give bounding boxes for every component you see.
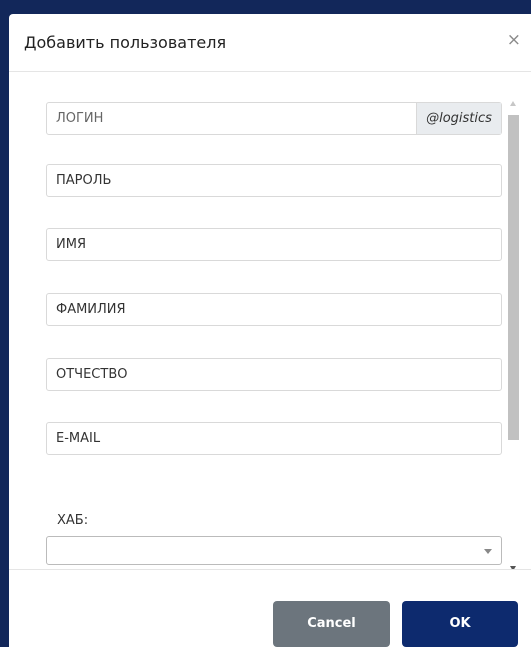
first-name-placeholder: ИМЯ bbox=[56, 237, 86, 252]
cancel-button[interactable]: Cancel bbox=[273, 601, 390, 647]
password-placeholder: ПАРОЛЬ bbox=[56, 173, 112, 188]
dialog-body: ЛОГИН @logistics ПАРОЛЬ ИМЯ ФАМИЛИЯ ОТЧЕ… bbox=[9, 72, 531, 569]
close-icon[interactable]: × bbox=[507, 32, 521, 49]
last-name-placeholder: ФАМИЛИЯ bbox=[56, 302, 126, 317]
first-name-field[interactable]: ИМЯ bbox=[46, 228, 502, 261]
login-placeholder: ЛОГИН bbox=[56, 111, 104, 126]
password-field[interactable]: ПАРОЛЬ bbox=[46, 164, 502, 197]
add-user-dialog: Добавить пользователя × ЛОГИН @logistics… bbox=[9, 14, 531, 647]
last-name-field[interactable]: ФАМИЛИЯ bbox=[46, 293, 502, 326]
dialog-footer: Cancel OK bbox=[9, 569, 531, 647]
hub-label: ХАБ: bbox=[57, 513, 89, 528]
login-domain-suffix: @logistics bbox=[416, 103, 501, 134]
chevron-down-icon bbox=[484, 549, 492, 554]
middle-name-field[interactable]: ОТЧЕСТВО bbox=[46, 358, 502, 391]
login-field[interactable]: ЛОГИН @logistics bbox=[46, 102, 502, 135]
email-field[interactable]: E-MAIL bbox=[46, 422, 502, 455]
scroll-thumb[interactable] bbox=[508, 115, 519, 440]
email-placeholder: E-MAIL bbox=[56, 431, 101, 446]
middle-name-placeholder: ОТЧЕСТВО bbox=[56, 367, 128, 382]
scroll-up-arrow-icon[interactable] bbox=[510, 101, 516, 106]
dialog-title: Добавить пользователя bbox=[24, 33, 227, 52]
dialog-header: Добавить пользователя × bbox=[9, 14, 531, 72]
ok-button[interactable]: OK bbox=[402, 601, 518, 647]
dialog-scrollbar[interactable] bbox=[505, 101, 522, 569]
hub-select[interactable] bbox=[46, 536, 502, 565]
